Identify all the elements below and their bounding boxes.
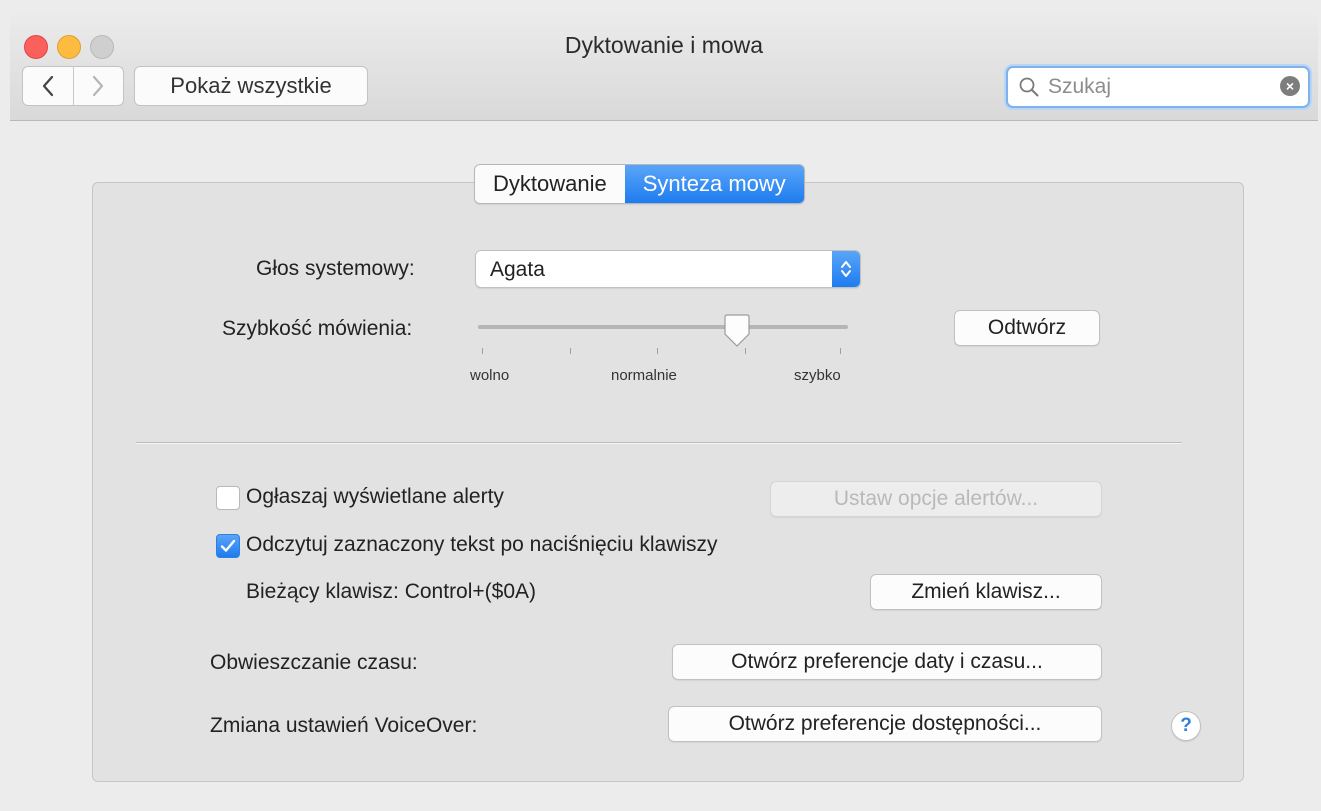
current-key-label: Bieżący klawisz: Control+($0A) [246,580,537,603]
chevron-right-icon [93,75,104,97]
system-voice-popup[interactable]: Agata [475,250,861,288]
popup-arrows-icon [832,251,860,287]
tab-bar: Dyktowanie Synteza mowy [474,164,805,204]
show-all-button[interactable]: Pokaż wszystkie [134,66,368,106]
slider-tick [745,348,746,354]
rate-min-label: wolno [470,367,510,384]
tab-dictation[interactable]: Dyktowanie [475,165,625,203]
search-input[interactable] [1046,74,1250,100]
speak-selection-label: Odczytuj zaznaczony tekst po naciśnięciu… [246,533,718,556]
preferences-window: Dyktowanie i mowa Pokaż wszystkie × Dykt… [10,14,1318,804]
accessibility-preferences-button[interactable]: Otwórz preferencje dostępności... [668,706,1102,742]
announce-alerts-checkbox[interactable] [216,486,240,510]
play-button[interactable]: Odtwórz [954,310,1100,346]
alert-options-button[interactable]: Ustaw opcje alertów... [770,481,1102,517]
voiceover-label: Zmiana ustawień VoiceOver: [210,714,478,737]
slider-tick [482,348,483,354]
forward-button[interactable] [72,67,124,105]
separator [136,442,1182,444]
help-button[interactable]: ? [1171,711,1201,741]
speak-selection-checkbox[interactable] [216,534,240,558]
rate-max-label: szybko [794,367,841,384]
speaking-rate-knob[interactable] [723,314,751,348]
navigation-buttons [22,66,124,106]
system-voice-label: Głos systemowy: [256,257,415,280]
rate-mid-label: normalnie [611,367,677,384]
toolbar: Dyktowanie i mowa Pokaż wszystkie × [10,14,1318,121]
slider-tick [570,348,571,354]
clear-search-icon[interactable]: × [1280,76,1300,96]
window-title: Dyktowanie i mowa [564,32,764,58]
search-icon [1019,77,1039,97]
speaking-rate-label: Szybkość mówienia: [222,317,413,340]
announce-alerts-label: Ogłaszaj wyświetlane alerty [246,485,504,508]
speaking-rate-track[interactable] [478,325,848,329]
change-key-button[interactable]: Zmień klawisz... [870,574,1102,610]
chevron-left-icon [42,75,53,97]
slider-tick [840,348,841,354]
back-button[interactable] [23,67,73,105]
system-voice-value: Agata [490,258,545,281]
slider-tick [657,348,658,354]
checkmark-icon [220,539,236,552]
date-time-preferences-button[interactable]: Otwórz preferencje daty i czasu... [672,644,1102,680]
search-field[interactable]: × [1006,66,1310,108]
time-announcement-label: Obwieszczanie czasu: [210,651,418,674]
tab-speech-synthesis[interactable]: Synteza mowy [624,165,804,203]
